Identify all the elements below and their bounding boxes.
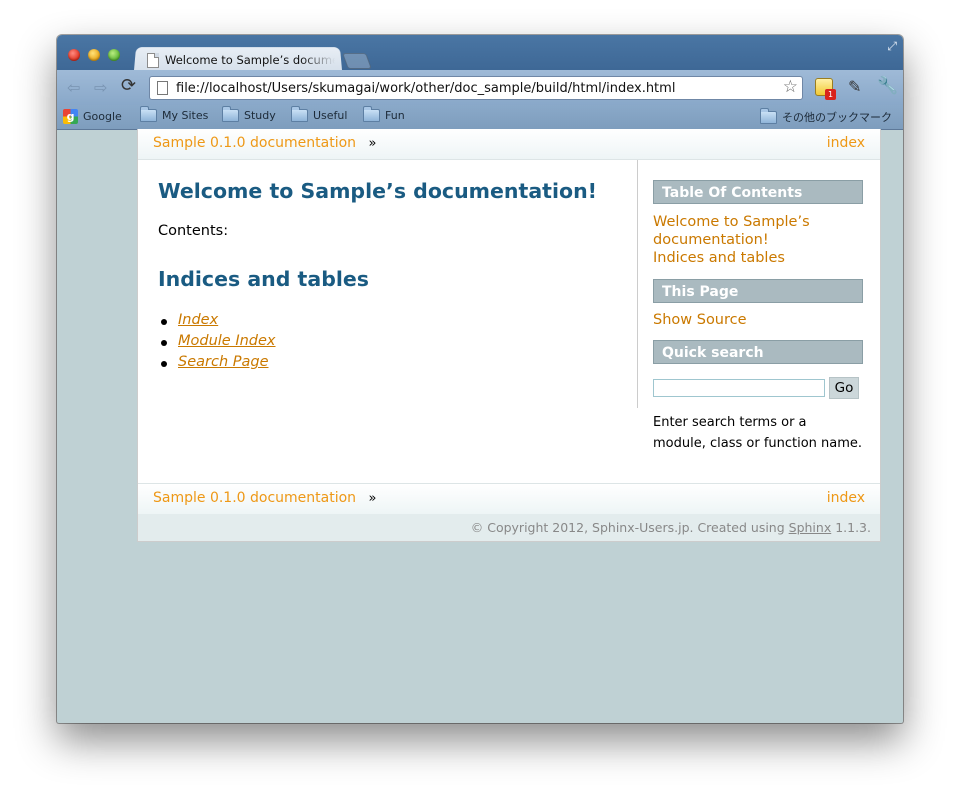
doc-home-link[interactable]: Sample 0.1.0 documentation <box>153 135 356 151</box>
address-bar[interactable]: file://localhost/Users/skumagai/work/oth… <box>149 76 803 100</box>
sphinx-version: 1.1.3. <box>831 520 871 535</box>
zoom-window-button[interactable] <box>108 49 120 61</box>
toc-links: Welcome to Sample’s documentation! Indic… <box>653 213 863 267</box>
tab-title: Welcome to Sample’s documentation! <box>165 53 335 67</box>
doc-home-link[interactable]: Sample 0.1.0 documentation <box>153 490 356 506</box>
url-text[interactable]: file://localhost/Users/skumagai/work/oth… <box>176 81 675 96</box>
bookmark-folder-study[interactable]: Study <box>222 106 276 122</box>
forward-arrow-icon[interactable]: ⇨ <box>94 78 107 97</box>
module-index-link[interactable]: Module Index <box>178 333 276 349</box>
page-icon <box>147 52 159 68</box>
fullscreen-icon[interactable]: ⤢ <box>887 39 897 54</box>
document-body: Welcome to Sample’s documentation! Conte… <box>138 160 638 408</box>
google-icon: g <box>63 109 78 124</box>
indices-heading: Indices and tables <box>158 267 369 291</box>
breadcrumb-separator: » <box>368 491 377 506</box>
genindex-link[interactable]: Index <box>178 312 218 328</box>
bookmark-label: Google <box>83 110 122 123</box>
bookmark-label: Useful <box>313 109 348 122</box>
bookmark-google[interactable]: g Google <box>63 109 122 124</box>
other-bookmarks-label: その他のブックマーク <box>782 111 892 124</box>
contents-label: Contents: <box>158 223 229 239</box>
document-page: Sample 0.1.0 documentation » index Welco… <box>137 129 881 542</box>
toc-link-indices[interactable]: Indices and tables <box>653 249 863 267</box>
bookmark-label: Fun <box>385 109 405 122</box>
footer-text: © Copyright 2012, Sphinx-Users.jp. Creat… <box>471 520 871 535</box>
quick-search-heading: Quick search <box>653 340 863 364</box>
folder-icon <box>140 106 157 122</box>
go-button[interactable]: Go <box>829 377 859 399</box>
index-link[interactable]: index <box>827 135 865 151</box>
folder-icon <box>222 106 239 122</box>
tab-content: Welcome to Sample’s documentation! <box>147 49 337 71</box>
toc-link-welcome[interactable]: Welcome to Sample’s documentation! <box>653 213 863 249</box>
minimize-window-button[interactable] <box>88 49 100 61</box>
back-arrow-icon[interactable]: ⇦ <box>67 78 80 97</box>
page-menu-icon[interactable]: ✎ <box>848 77 861 96</box>
bookmark-label: My Sites <box>162 109 209 122</box>
close-window-button[interactable] <box>68 49 80 61</box>
wrench-icon[interactable]: 🔧 <box>877 76 898 96</box>
this-page-heading: This Page <box>653 279 863 303</box>
bookmark-folder-useful[interactable]: Useful <box>291 106 348 122</box>
bookmark-folder-fun[interactable]: Fun <box>363 106 405 122</box>
list-item: Search Page <box>161 354 276 375</box>
footer: © Copyright 2012, Sphinx-Users.jp. Creat… <box>138 514 880 541</box>
bookmark-star-icon[interactable]: ☆ <box>783 77 798 97</box>
breadcrumb: Sample 0.1.0 documentation » <box>153 490 376 506</box>
toc-heading: Table Of Contents <box>653 180 863 204</box>
search-help-text: Enter search terms or a module, class or… <box>653 415 863 451</box>
search-page-link[interactable]: Search Page <box>178 354 269 370</box>
sphinx-link[interactable]: Sphinx <box>789 520 832 535</box>
copyright-text: © Copyright 2012, Sphinx-Users.jp. Creat… <box>470 520 789 535</box>
bookmark-label: Study <box>244 109 276 122</box>
related-bar-bottom: Sample 0.1.0 documentation » index <box>138 483 880 515</box>
search-input[interactable] <box>653 379 825 397</box>
indices-list: Index Module Index Search Page <box>161 312 276 375</box>
browser-window: Welcome to Sample’s documentation! ⤢ ⇦ ⇨… <box>57 35 903 723</box>
folder-icon <box>291 106 308 122</box>
page-icon <box>157 81 168 95</box>
list-item: Index <box>161 312 276 333</box>
folder-icon <box>363 106 380 122</box>
new-tab-button[interactable] <box>342 53 372 69</box>
bookmarks-bar: g Google My Sites Study Useful Fun その他のブ… <box>57 105 903 130</box>
show-source-wrap: Show Source <box>653 311 863 329</box>
folder-icon <box>760 107 777 124</box>
other-bookmarks-folder[interactable]: その他のブックマーク <box>760 107 892 125</box>
extension-badge: 1 <box>825 89 836 100</box>
index-link[interactable]: index <box>827 490 865 506</box>
reload-icon[interactable]: ⟳ <box>121 75 136 96</box>
related-bar-top: Sample 0.1.0 documentation » index <box>138 129 880 160</box>
breadcrumb-separator: » <box>368 136 377 151</box>
window-controls <box>68 49 120 61</box>
page-title: Welcome to Sample’s documentation! <box>158 179 598 203</box>
list-item: Module Index <box>161 333 276 354</box>
sidebar: Table Of Contents Welcome to Sample’s do… <box>653 180 863 454</box>
breadcrumb: Sample 0.1.0 documentation » <box>153 135 376 151</box>
show-source-link[interactable]: Show Source <box>653 311 863 329</box>
tab-strip: Welcome to Sample’s documentation! ⤢ <box>57 35 903 72</box>
bookmark-folder-my-sites[interactable]: My Sites <box>140 106 209 122</box>
toolbar: ⇦ ⇨ ⟳ file://localhost/Users/skumagai/wo… <box>57 70 903 105</box>
search-form: Go <box>653 377 863 399</box>
